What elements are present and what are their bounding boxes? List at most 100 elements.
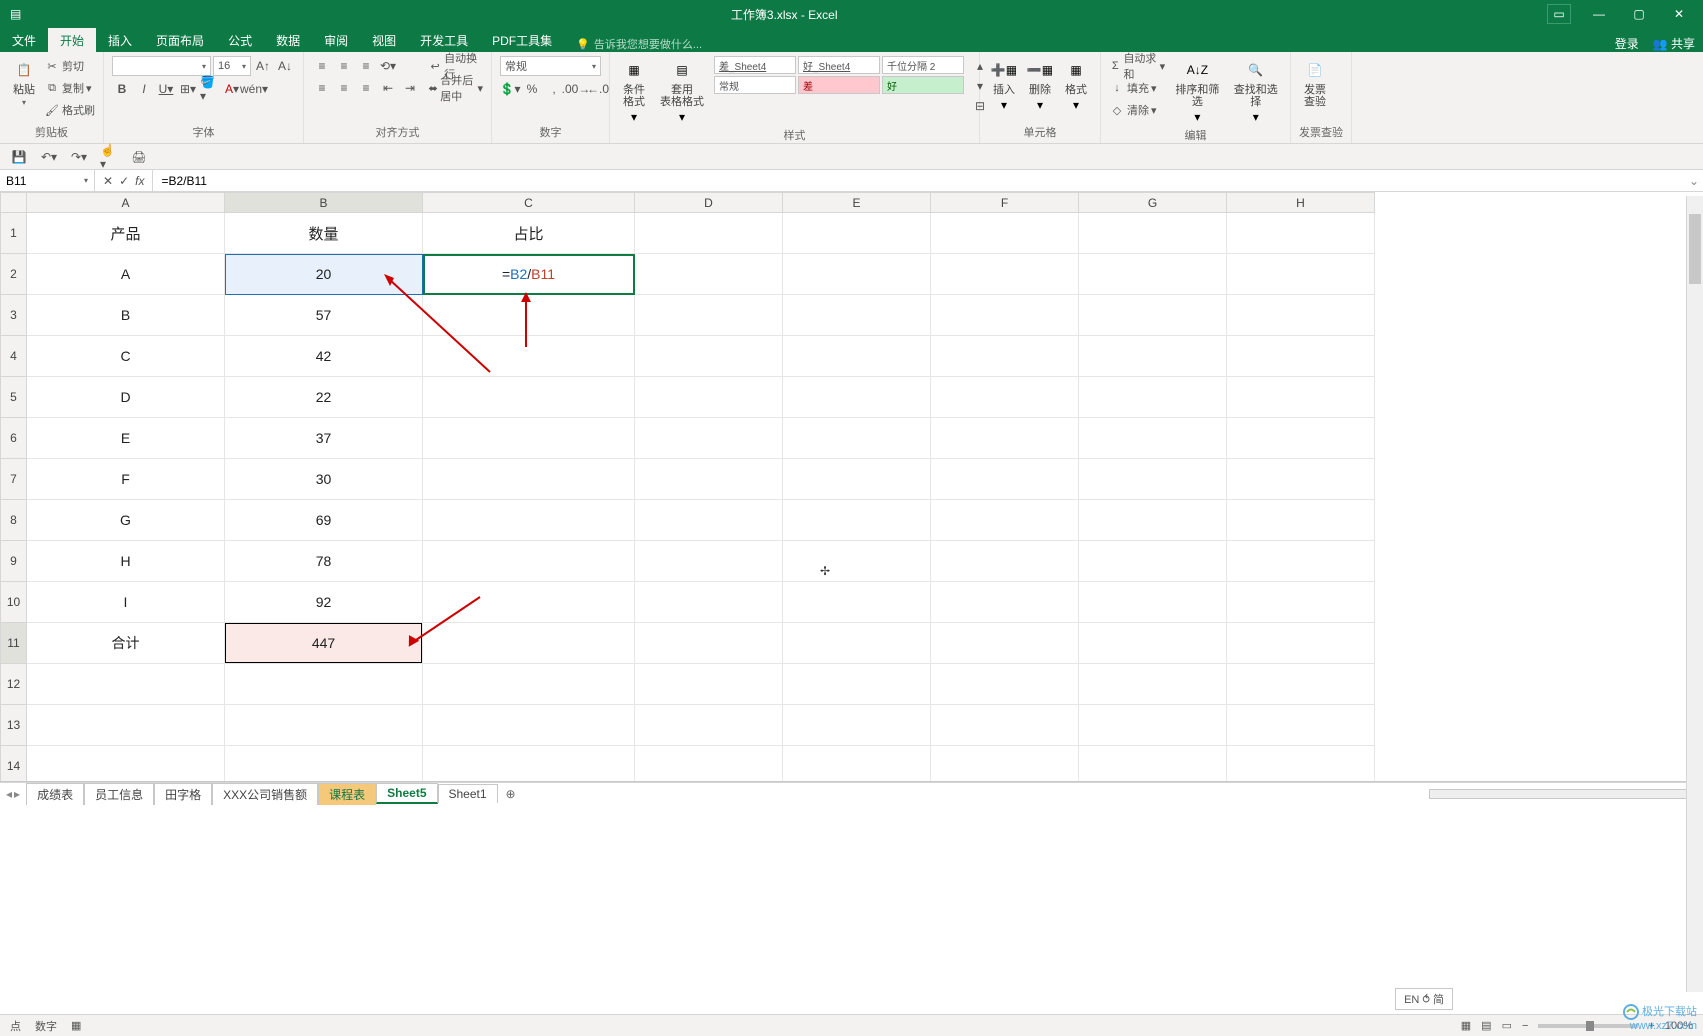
sheet-tab-2[interactable]: 员工信息: [84, 783, 154, 805]
cell[interactable]: [423, 541, 635, 582]
name-box-input[interactable]: [6, 174, 84, 188]
cell[interactable]: [1079, 664, 1227, 705]
ribbon-display-options-icon[interactable]: ▭: [1547, 4, 1571, 24]
cell-a5[interactable]: D: [27, 377, 225, 418]
row-header-7[interactable]: 7: [1, 459, 27, 500]
cell[interactable]: [783, 418, 931, 459]
cell-a2[interactable]: A: [27, 254, 225, 295]
col-header-e[interactable]: E: [783, 193, 931, 213]
tab-formulas[interactable]: 公式: [216, 28, 264, 52]
tab-file[interactable]: 文件: [0, 28, 48, 52]
cell[interactable]: [635, 623, 783, 664]
cell[interactable]: [635, 254, 783, 295]
cell[interactable]: [225, 746, 423, 783]
cell[interactable]: [1227, 254, 1375, 295]
cell[interactable]: [423, 336, 635, 377]
cell[interactable]: [783, 705, 931, 746]
border-icon[interactable]: ⊞▾: [178, 79, 198, 99]
cell-style-normal[interactable]: 常规: [714, 76, 796, 94]
cell[interactable]: [423, 377, 635, 418]
cell[interactable]: [931, 746, 1079, 783]
cell[interactable]: [225, 664, 423, 705]
cell[interactable]: [635, 377, 783, 418]
cell[interactable]: [423, 582, 635, 623]
tab-developer[interactable]: 开发工具: [408, 28, 480, 52]
cell[interactable]: [1079, 459, 1227, 500]
cell[interactable]: [1227, 336, 1375, 377]
row-header-6[interactable]: 6: [1, 418, 27, 459]
fill-button[interactable]: ↓填充▾: [1109, 78, 1165, 98]
cell[interactable]: [783, 541, 931, 582]
format-cells-button[interactable]: ▦格式▾: [1060, 56, 1092, 114]
cell-a4[interactable]: C: [27, 336, 225, 377]
cell[interactable]: [1079, 295, 1227, 336]
format-painter-button[interactable]: 🖌格式刷: [44, 100, 95, 120]
cell[interactable]: [225, 705, 423, 746]
cell[interactable]: [635, 418, 783, 459]
cell[interactable]: [635, 295, 783, 336]
row-header-12[interactable]: 12: [1, 664, 27, 705]
cell-b1[interactable]: 数量: [225, 213, 423, 254]
cell-b8[interactable]: 69: [225, 500, 423, 541]
cell-a6[interactable]: E: [27, 418, 225, 459]
cell[interactable]: [1227, 623, 1375, 664]
sheet-tab-4[interactable]: XXX公司销售额: [212, 783, 318, 805]
tab-pdftools[interactable]: PDF工具集: [480, 28, 564, 52]
expand-formula-bar-icon[interactable]: ⌄: [1685, 170, 1703, 191]
cell[interactable]: [783, 254, 931, 295]
cell[interactable]: [1227, 705, 1375, 746]
tab-home[interactable]: 开始: [48, 28, 96, 52]
sheet-tab-7[interactable]: Sheet1: [438, 784, 498, 803]
cell-b2[interactable]: 20: [225, 254, 423, 295]
cell-c1[interactable]: 占比: [423, 213, 635, 254]
tab-data[interactable]: 数据: [264, 28, 312, 52]
cell[interactable]: [1227, 500, 1375, 541]
percent-icon[interactable]: %: [522, 79, 542, 99]
sheet-tab-3[interactable]: 田字格: [154, 783, 212, 805]
autosum-button[interactable]: Σ自动求和▾: [1109, 56, 1165, 76]
cell[interactable]: [931, 418, 1079, 459]
cell-a10[interactable]: I: [27, 582, 225, 623]
cell[interactable]: [635, 582, 783, 623]
cell[interactable]: [635, 459, 783, 500]
cell[interactable]: [783, 295, 931, 336]
cell[interactable]: [1079, 623, 1227, 664]
view-pagebreak-icon[interactable]: ▭: [1502, 1019, 1512, 1032]
chevron-down-icon[interactable]: ▾: [84, 176, 88, 185]
cell[interactable]: [635, 541, 783, 582]
cell[interactable]: [783, 746, 931, 783]
tab-insert[interactable]: 插入: [96, 28, 144, 52]
new-sheet-button[interactable]: ⊕: [506, 787, 516, 801]
print-preview-icon[interactable]: 🖨: [130, 148, 148, 166]
col-header-b[interactable]: B: [225, 193, 423, 213]
cell-b11[interactable]: 447: [225, 623, 423, 664]
cell-style-good-sheet4[interactable]: 好_Sheet4: [798, 56, 880, 74]
cell[interactable]: [1227, 541, 1375, 582]
cell[interactable]: [635, 500, 783, 541]
cell[interactable]: [783, 500, 931, 541]
row-header-1[interactable]: 1: [1, 213, 27, 254]
cut-button[interactable]: ✂剪切: [44, 56, 95, 76]
cell[interactable]: [931, 213, 1079, 254]
paste-button[interactable]: 📋 粘贴 ▾: [8, 56, 40, 109]
cell-a9[interactable]: H: [27, 541, 225, 582]
cell[interactable]: [931, 541, 1079, 582]
cell[interactable]: [783, 213, 931, 254]
sort-filter-button[interactable]: A↓Z排序和筛选▾: [1171, 56, 1223, 126]
merge-center-button[interactable]: ⬌合并后居中▾: [428, 78, 483, 98]
cell[interactable]: [1079, 746, 1227, 783]
row-header-5[interactable]: 5: [1, 377, 27, 418]
cell[interactable]: [1079, 705, 1227, 746]
number-format-combo[interactable]: 常规▾: [500, 56, 601, 76]
cell[interactable]: [27, 705, 225, 746]
cell[interactable]: [931, 500, 1079, 541]
zoom-thumb[interactable]: [1586, 1021, 1594, 1031]
cell[interactable]: [931, 336, 1079, 377]
cell[interactable]: [635, 336, 783, 377]
tab-view[interactable]: 视图: [360, 28, 408, 52]
vertical-scrollbar[interactable]: [1686, 196, 1703, 992]
cell[interactable]: [423, 746, 635, 783]
cell[interactable]: [1227, 213, 1375, 254]
row-header-4[interactable]: 4: [1, 336, 27, 377]
cell-style-bad[interactable]: 差: [798, 76, 880, 94]
